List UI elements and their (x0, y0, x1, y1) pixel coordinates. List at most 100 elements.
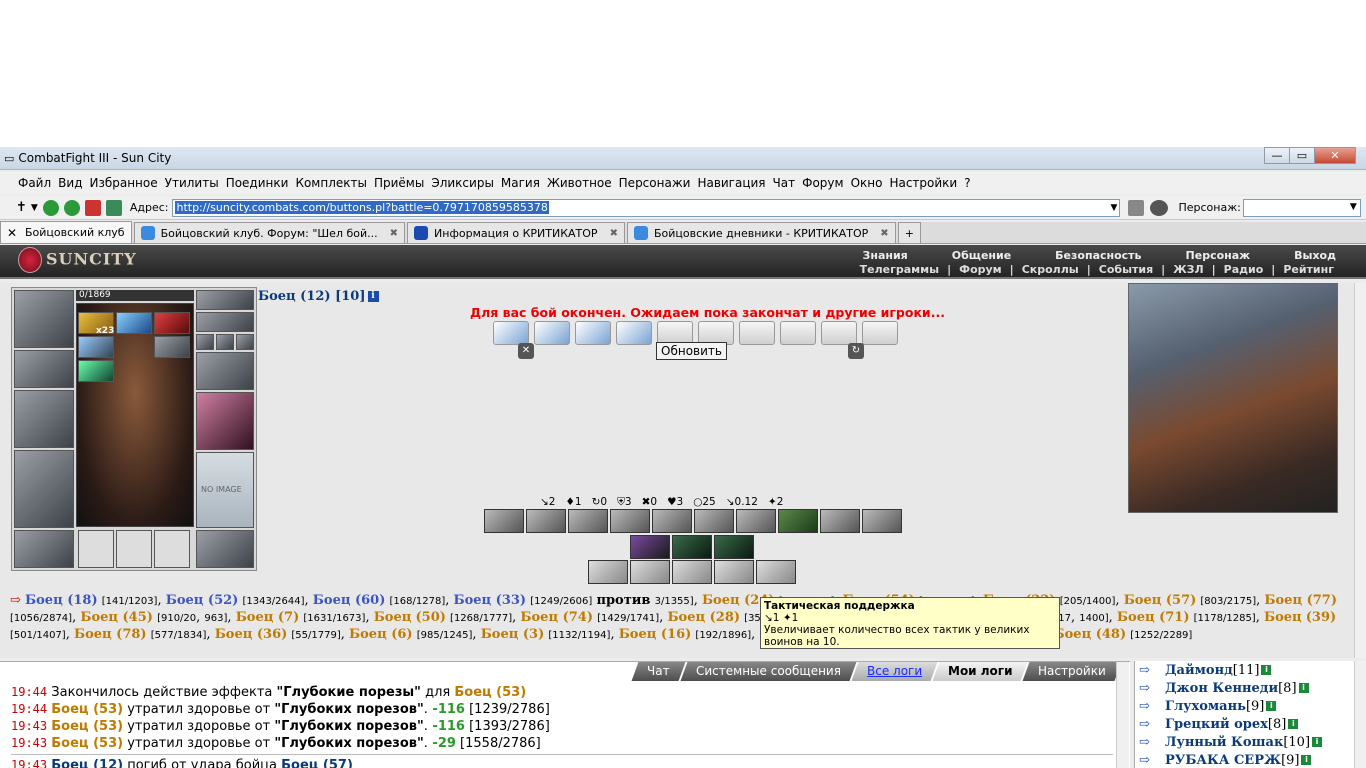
players-scrollbar[interactable] (1354, 661, 1366, 768)
sub-nav-item[interactable]: Радио (1220, 263, 1268, 276)
private-message-icon[interactable]: ⇨ (1139, 717, 1165, 732)
spell-slot-2[interactable] (116, 312, 152, 334)
ring-slot-2[interactable] (216, 334, 234, 350)
scroll-slot[interactable] (493, 321, 529, 345)
top-nav-item[interactable]: Знания (841, 249, 930, 262)
fighter-link[interactable]: Боец (36) (215, 627, 288, 642)
sub-nav-item[interactable]: Рейтинг (1279, 263, 1338, 276)
tactic-button[interactable] (820, 509, 860, 533)
close-tab-icon[interactable]: ✖ (390, 228, 398, 239)
scroll-slot[interactable] (575, 321, 611, 345)
scroll-slot[interactable] (534, 321, 570, 345)
menu-item[interactable]: Магия (501, 176, 540, 190)
close-button[interactable]: ✕ (1314, 147, 1356, 164)
fighter-link[interactable]: Боец (6) (349, 627, 413, 642)
left-shield-icon[interactable]: ✕ (518, 343, 534, 359)
private-message-icon[interactable]: ⇨ (1139, 753, 1165, 768)
fighter-link[interactable]: Боец (53) (51, 702, 123, 717)
player-info-icon[interactable]: i (1261, 665, 1272, 675)
ring-slot-1[interactable] (196, 334, 214, 350)
fighter-link[interactable]: Боец (78) (74, 627, 147, 642)
menu-item[interactable]: Настройки (889, 176, 957, 190)
menu-item[interactable]: Утилиты (165, 176, 219, 190)
fighter-link[interactable]: Боец (48) (1054, 627, 1127, 642)
sub-nav-item[interactable]: События (1095, 263, 1157, 276)
player-info-icon[interactable]: i (1301, 755, 1312, 765)
player-info-icon[interactable]: i (1288, 719, 1299, 729)
fighter-link[interactable]: Боец (53) (51, 736, 123, 751)
chat-tab[interactable]: Все логи (851, 662, 938, 681)
stop-icon[interactable] (84, 199, 101, 216)
persona-select[interactable] (1242, 198, 1361, 217)
menu-item[interactable]: Вид (58, 176, 82, 190)
new-tab-button[interactable]: + (897, 222, 921, 243)
player-name[interactable]: Джон Кеннеди (1165, 681, 1278, 696)
spell-slot-3[interactable] (154, 312, 190, 334)
fighter-link[interactable]: Боец (3) (481, 627, 545, 642)
forward-icon[interactable] (63, 199, 80, 216)
menu-item[interactable]: Эликсиры (431, 176, 494, 190)
private-message-icon[interactable]: ⇨ (1139, 681, 1165, 696)
chat-scrollbar[interactable] (1116, 662, 1129, 768)
player-info-icon[interactable]: i (1266, 701, 1277, 711)
rune-slot-2[interactable] (116, 530, 152, 568)
player-name[interactable]: Лунный Кошак (1165, 735, 1283, 750)
tactic-button[interactable] (630, 535, 670, 559)
sub-nav-item[interactable]: Скроллы (1018, 263, 1083, 276)
top-nav-item[interactable]: Общение (930, 249, 1033, 262)
player-row[interactable]: ⇨ РУБАКА СЕРЖ [9] i (1135, 751, 1366, 768)
menu-item[interactable]: Поединки (226, 176, 289, 190)
minimize-button[interactable]: — (1264, 147, 1290, 164)
fighter-link[interactable]: Боец (74) (520, 610, 593, 625)
tactic-button[interactable] (714, 535, 754, 559)
tactic-button[interactable] (526, 509, 566, 533)
fighter-link[interactable]: Боец (53) (454, 685, 526, 700)
scroll-slot[interactable] (616, 321, 652, 345)
top-nav-item[interactable]: Выход (1272, 249, 1358, 262)
dropdown-icon[interactable]: ▼ (31, 203, 38, 213)
close-tab-icon[interactable]: ✖ (880, 228, 888, 239)
fighter-link[interactable]: Боец (52) (166, 593, 239, 608)
fighter-link[interactable]: (39) (1306, 610, 1336, 625)
player-row[interactable]: ⇨ Грецкий орех [8] i (1135, 715, 1366, 733)
refresh-icon[interactable] (105, 199, 122, 216)
private-message-icon[interactable]: ⇨ (1139, 699, 1165, 714)
fighter-link[interactable]: Боец (71) (1117, 610, 1190, 625)
menu-item[interactable]: Окно (851, 176, 883, 190)
sub-nav-item[interactable]: Форум (955, 263, 1006, 276)
ring-slot-3[interactable] (236, 334, 254, 350)
scroll-slot[interactable] (862, 321, 898, 345)
address-input[interactable]: http://suncity.combats.com/buttons.pl?ba… (172, 198, 1121, 217)
player-row[interactable]: ⇨ Джон Кеннеди [8] i (1135, 679, 1366, 697)
tactic-button[interactable] (756, 560, 796, 584)
tactic-button[interactable] (568, 509, 608, 533)
player-info-icon[interactable]: i (1312, 737, 1323, 747)
menu-item[interactable]: Приёмы (374, 176, 424, 190)
spell-slot-4[interactable] (78, 336, 114, 358)
sub-nav-item[interactable]: ЖЗЛ (1169, 263, 1207, 276)
chat-time[interactable]: 19:43 (11, 736, 47, 750)
private-message-icon[interactable]: ⇨ (1139, 735, 1165, 750)
info-icon[interactable]: i (367, 291, 379, 302)
player-row[interactable]: ⇨ Лунный Кошак [10] i (1135, 733, 1366, 751)
refresh-button[interactable]: Обновить (656, 342, 727, 360)
menu-item[interactable]: Форум (802, 176, 843, 190)
menu-item[interactable]: Навигация (697, 176, 765, 190)
chat-tab[interactable]: Настройки (1022, 662, 1122, 681)
top-nav-item[interactable]: Безопасность (1033, 249, 1163, 262)
fighter-link[interactable]: Боец (12) (51, 758, 123, 768)
player-info-icon[interactable]: i (1298, 683, 1309, 693)
chat-time[interactable]: 19:43 (11, 758, 47, 768)
right-shield-icon[interactable]: ↻ (848, 343, 864, 359)
rune-slot-1[interactable] (78, 530, 114, 568)
bracers-slot[interactable] (14, 350, 74, 388)
content-scrollbar[interactable] (1354, 283, 1366, 658)
fighter-link[interactable]: Боец (60) (313, 593, 386, 608)
player-row[interactable]: ⇨ Глухомань [9] i (1135, 697, 1366, 715)
menu-item[interactable]: Чат (773, 176, 796, 190)
fighter-name[interactable]: Боец (12) [10] i (258, 289, 379, 304)
chat-tab[interactable]: Мои логи (932, 662, 1028, 681)
tactic-button[interactable] (714, 560, 754, 584)
fighter-link[interactable]: Боец (374, 610, 412, 625)
fighter-link[interactable]: Боец (28) (667, 610, 740, 625)
